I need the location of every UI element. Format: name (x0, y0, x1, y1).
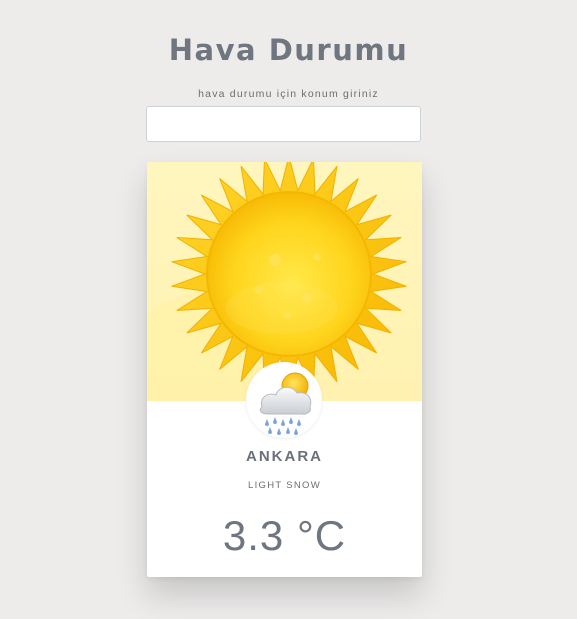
city-name: ANKARA (246, 448, 323, 465)
condition-badge (246, 362, 322, 438)
temperature-value: 3.3 °C (222, 512, 347, 559)
location-hint: hava durumu için konum giriniz (198, 88, 379, 100)
weather-card: ANKARA LIGHT SNOW 3.3 °C (147, 162, 422, 577)
sun-cloud-rain-icon (259, 372, 312, 435)
weather-description: LIGHT SNOW (248, 480, 321, 491)
page-title: Hava Durumu (168, 33, 409, 67)
location-search-input[interactable] (146, 106, 421, 142)
